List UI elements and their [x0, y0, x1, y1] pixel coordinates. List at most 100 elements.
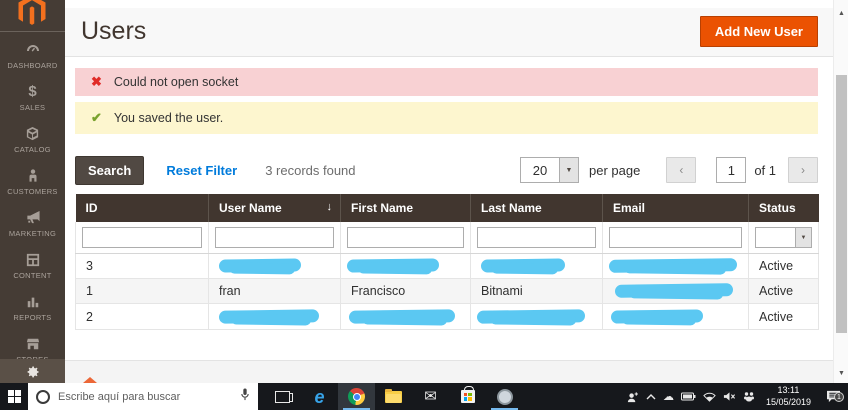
- taskbar-search-box[interactable]: Escribe aquí para buscar: [28, 383, 258, 410]
- clock-time: 13:11: [766, 385, 811, 396]
- package-icon: [25, 125, 40, 142]
- previous-page-button[interactable]: ‹: [666, 157, 696, 183]
- per-page-label: per page: [589, 163, 640, 178]
- column-header-label: User Name: [219, 201, 282, 215]
- page-content: ✖ Could not open socket ✔ You saved the …: [65, 57, 833, 330]
- sidebar-item-label: CONTENT: [13, 271, 51, 280]
- table-row[interactable]: 1 fran Francisco Bitnami Active: [76, 279, 819, 304]
- filter-username-input[interactable]: [215, 227, 334, 248]
- task-view-button[interactable]: [264, 383, 301, 410]
- sidebar-item-content[interactable]: CONTENT: [0, 242, 65, 284]
- desktop-screen: DASHBOARD $ SALES CATALOG CUSTOMERS MARK…: [0, 0, 848, 410]
- table-row[interactable]: 2 Active: [76, 304, 819, 329]
- success-message-banner: ✔ You saved the user.: [75, 102, 818, 134]
- filter-status-select[interactable]: ▼: [755, 227, 812, 248]
- add-new-user-button[interactable]: Add New User: [700, 16, 818, 47]
- redaction-blob: [609, 258, 737, 273]
- store-icon: [461, 390, 475, 403]
- reset-filter-link[interactable]: Reset Filter: [166, 163, 237, 178]
- dollar-icon: $: [28, 83, 36, 100]
- filter-id-input[interactable]: [82, 227, 202, 248]
- volume-muted-icon[interactable]: [723, 391, 736, 402]
- error-message-banner: ✖ Could not open socket: [75, 68, 818, 96]
- gear-icon: [25, 364, 40, 379]
- action-center-button[interactable]: 1: [822, 390, 844, 403]
- per-page-value: 20: [521, 158, 559, 182]
- per-page-select[interactable]: 20 ▼: [520, 157, 579, 183]
- sidebar-item-label: MARKETING: [9, 229, 56, 238]
- page-title: Users: [81, 17, 146, 46]
- windows-logo-icon: [8, 390, 21, 403]
- cell-status: Active: [749, 279, 819, 304]
- filter-row: ▼: [76, 222, 819, 254]
- filter-lastname-input[interactable]: [477, 227, 596, 248]
- sidebar-item-label: CATALOG: [14, 145, 51, 154]
- table-row[interactable]: 3 Active: [76, 254, 819, 279]
- sidebar-item-customers[interactable]: CUSTOMERS: [0, 158, 65, 200]
- admin-sidebar: DASHBOARD $ SALES CATALOG CUSTOMERS MARK…: [0, 0, 65, 383]
- cell-email-redacted: [603, 279, 749, 304]
- wifi-icon[interactable]: [703, 391, 716, 402]
- cell-email-redacted: [603, 304, 749, 329]
- onedrive-cloud-icon[interactable]: ☁: [663, 390, 674, 403]
- chevron-down-icon[interactable]: ▼: [559, 158, 578, 182]
- filter-email-input[interactable]: [609, 227, 742, 248]
- bar-chart-icon: [26, 293, 40, 310]
- edge-app-button[interactable]: e: [301, 383, 338, 410]
- sidebar-item-catalog[interactable]: CATALOG: [0, 116, 65, 158]
- scroll-down-arrow-icon[interactable]: ▼: [834, 366, 848, 381]
- microphone-icon[interactable]: [240, 388, 250, 406]
- cell-firstname: Francisco: [341, 279, 471, 304]
- cortana-icon: [36, 390, 50, 404]
- sidebar-item-dashboard[interactable]: DASHBOARD: [0, 32, 65, 74]
- sidebar-item-sales[interactable]: $ SALES: [0, 74, 65, 116]
- hidden-icons-chevron[interactable]: [646, 393, 656, 400]
- taskbar-clock[interactable]: 13:11 15/05/2019: [766, 385, 811, 408]
- scrollbar-thumb[interactable]: [836, 75, 847, 333]
- scroll-up-arrow-icon[interactable]: ▲: [834, 6, 848, 21]
- battery-icon[interactable]: [681, 392, 696, 401]
- magento-logo[interactable]: [0, 0, 65, 32]
- column-header-status[interactable]: Status: [749, 194, 819, 222]
- check-icon: ✔: [91, 110, 102, 126]
- grid-toolbar: Search Reset Filter 3 records found 20 ▼…: [75, 154, 818, 186]
- clock-date: 15/05/2019: [766, 397, 811, 408]
- next-page-button[interactable]: ›: [788, 157, 818, 183]
- filter-firstname-input[interactable]: [347, 227, 464, 248]
- running-app-button[interactable]: [486, 383, 523, 410]
- cell-status: Active: [749, 304, 819, 329]
- column-header-email[interactable]: Email: [603, 194, 749, 222]
- people-icon[interactable]: [626, 391, 639, 403]
- column-header-firstname[interactable]: First Name: [341, 194, 471, 222]
- start-button[interactable]: [0, 383, 28, 410]
- column-header-username[interactable]: User Name↓: [209, 194, 341, 222]
- sidebar-item-label: REPORTS: [13, 313, 51, 322]
- chevron-down-icon: ▼: [795, 228, 811, 247]
- redaction-blob: [219, 309, 319, 323]
- megaphone-icon: [25, 209, 41, 226]
- sidebar-item-marketing[interactable]: MARKETING: [0, 200, 65, 242]
- redaction-blob: [615, 284, 733, 299]
- defender-icon[interactable]: [743, 391, 755, 403]
- page-number-input[interactable]: [716, 157, 746, 183]
- error-message-text: Could not open socket: [114, 75, 238, 89]
- chrome-icon: [348, 388, 365, 405]
- vertical-scrollbar[interactable]: ▲ ▼: [833, 0, 848, 383]
- x-icon: ✖: [91, 74, 102, 90]
- app-icon: [497, 389, 513, 405]
- chrome-app-button[interactable]: [338, 383, 375, 410]
- magento-logo-icon: [14, 0, 50, 28]
- search-button[interactable]: Search: [75, 156, 144, 185]
- sidebar-item-reports[interactable]: REPORTS: [0, 284, 65, 326]
- sidebar-item-system-settings[interactable]: [0, 359, 65, 383]
- file-explorer-button[interactable]: [375, 383, 412, 410]
- taskbar-pinned-apps: e ✉: [264, 383, 523, 410]
- mail-app-button[interactable]: ✉: [412, 383, 449, 410]
- store-app-button[interactable]: [449, 383, 486, 410]
- cell-username-redacted: [209, 304, 341, 329]
- column-header-id[interactable]: ID: [76, 194, 209, 222]
- cell-id: 2: [76, 304, 209, 329]
- taskbar-search-placeholder: Escribe aquí para buscar: [58, 391, 236, 403]
- redaction-blob: [611, 309, 703, 323]
- column-header-lastname[interactable]: Last Name: [471, 194, 603, 222]
